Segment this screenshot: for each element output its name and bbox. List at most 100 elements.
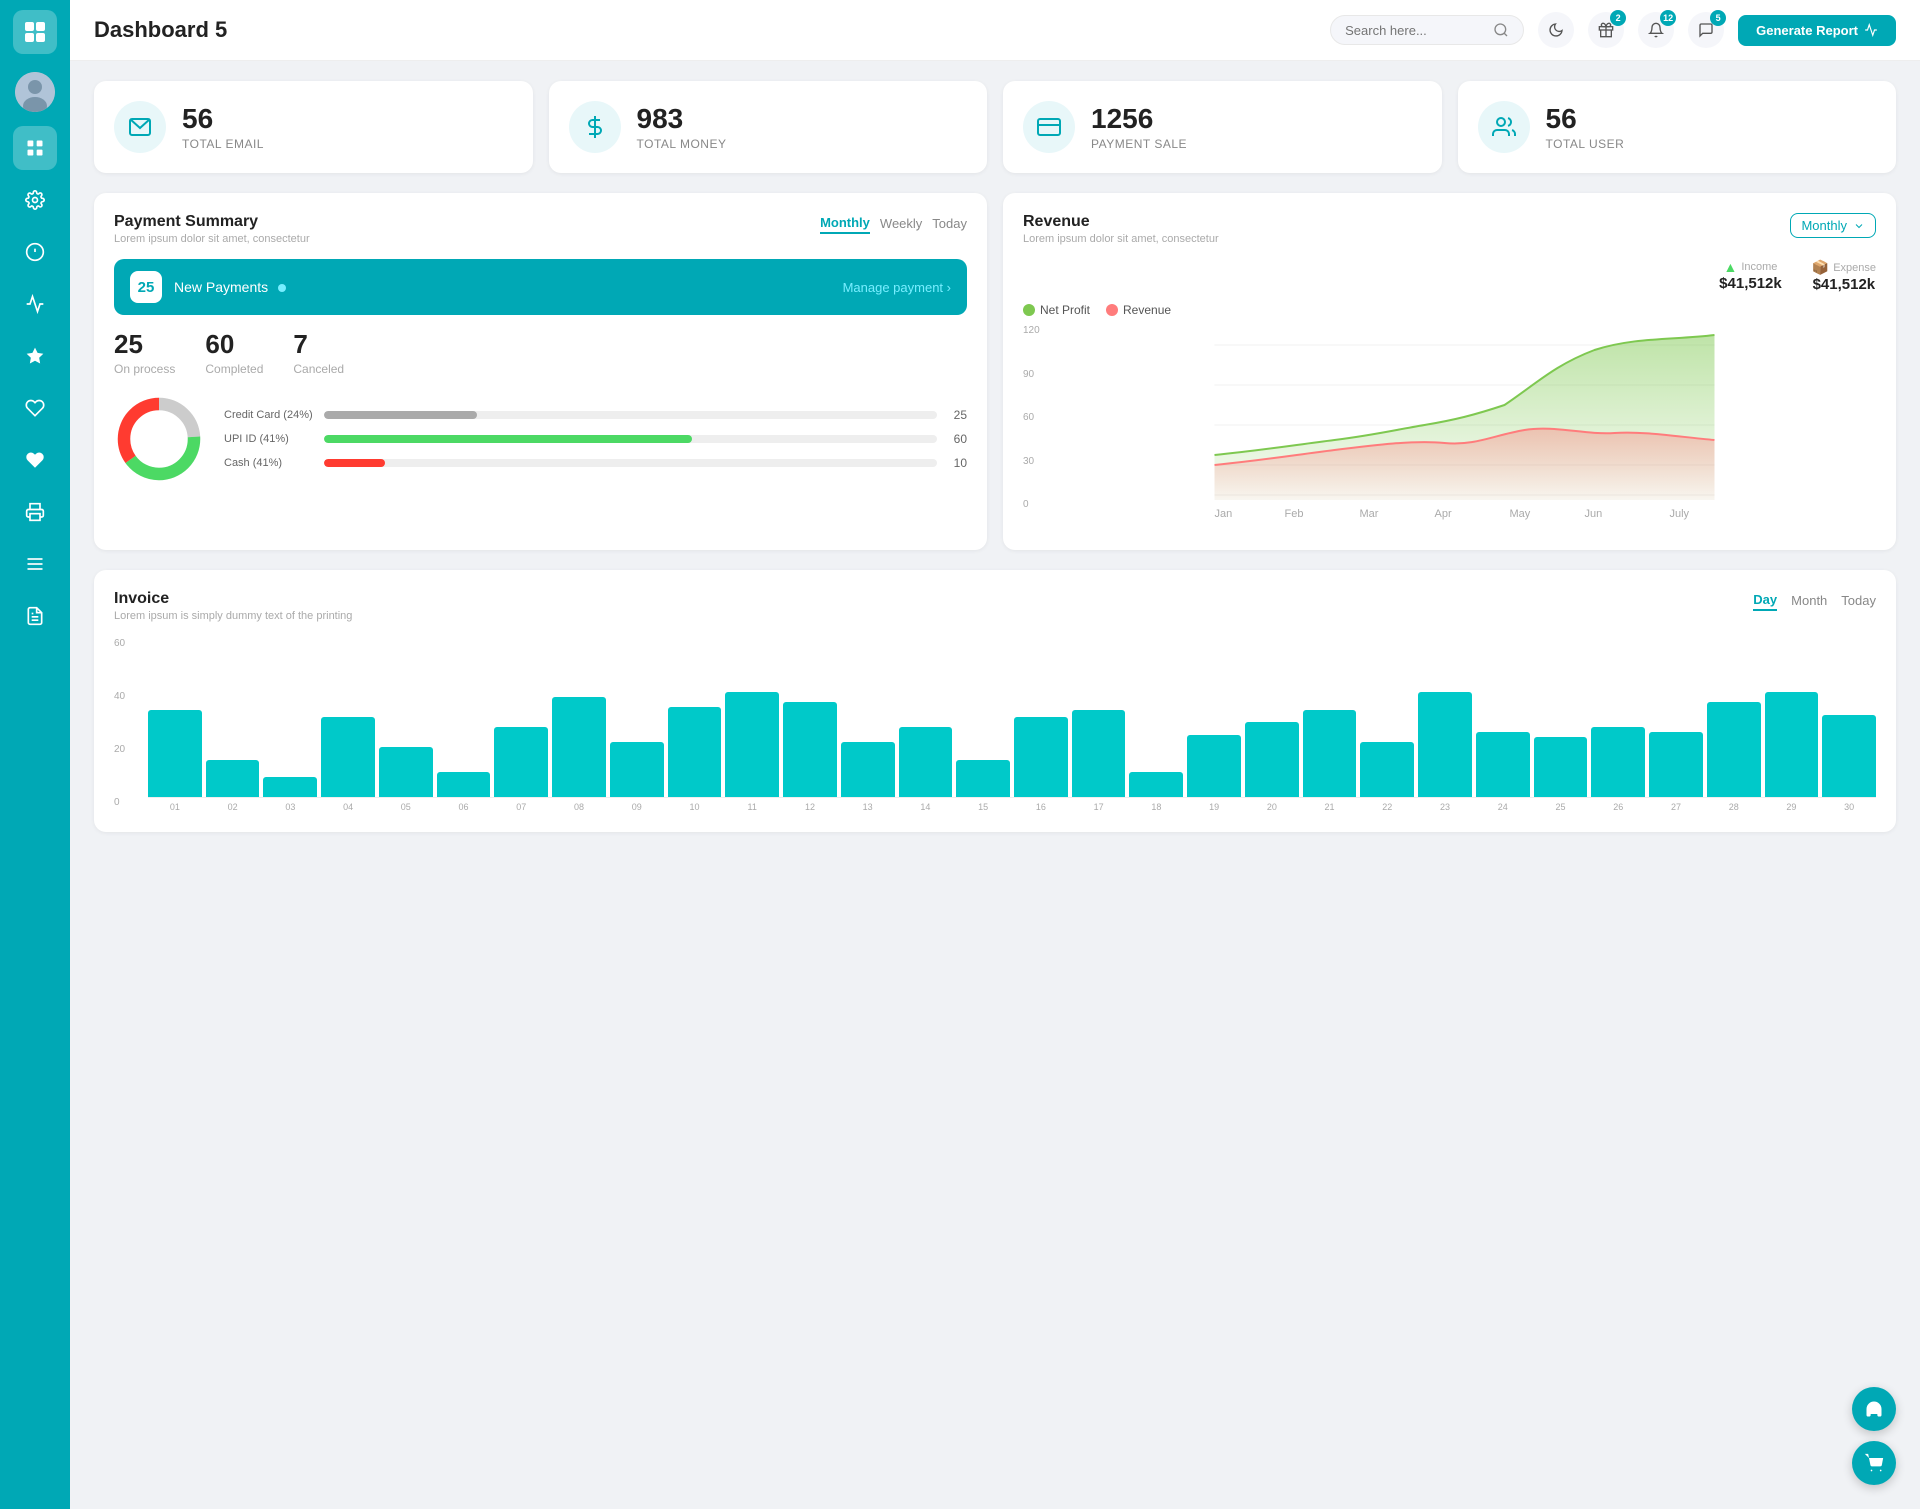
invoice-bar-col xyxy=(1418,692,1472,797)
sidebar-item-info[interactable] xyxy=(13,230,57,274)
sidebar-item-settings[interactable] xyxy=(13,178,57,222)
revenue-title-group: Revenue Lorem ipsum dolor sit amet, cons… xyxy=(1023,213,1219,245)
bar-val-credit: 25 xyxy=(947,408,967,422)
x-label-mar: Mar xyxy=(1360,508,1379,520)
bell-btn[interactable]: 12 xyxy=(1638,12,1674,48)
stat-label-user: TOTAL USER xyxy=(1546,137,1625,151)
search-box[interactable] xyxy=(1330,15,1524,45)
invoice-bar-col xyxy=(725,692,779,797)
sidebar-item-doc[interactable] xyxy=(13,594,57,638)
bell-icon xyxy=(1648,22,1664,38)
invoice-bar-col xyxy=(379,747,433,797)
invoice-y-labels: 60 40 20 0 xyxy=(114,638,142,808)
payment-bar-label-cash: Cash (41%) xyxy=(224,457,314,469)
invoice-tab-month[interactable]: Month xyxy=(1791,590,1827,611)
cart-icon xyxy=(1864,1453,1884,1473)
stat-info-user: 56 TOTAL USER xyxy=(1546,103,1625,151)
invoice-x-label: 19 xyxy=(1187,802,1241,812)
sidebar-logo[interactable] xyxy=(13,10,57,54)
invoice-bar xyxy=(725,692,779,797)
invoice-x-label: 27 xyxy=(1649,802,1703,812)
invoice-bar-col xyxy=(263,777,317,797)
stat-info-payment: 1256 PAYMENT SALE xyxy=(1091,103,1187,151)
sidebar-item-heart2[interactable] xyxy=(13,438,57,482)
sidebar-item-heart1[interactable] xyxy=(13,386,57,430)
headset-icon xyxy=(1864,1399,1884,1419)
invoice-bar xyxy=(552,697,606,797)
x-label-jan: Jan xyxy=(1215,508,1233,520)
invoice-x-label: 12 xyxy=(783,802,837,812)
invoice-bar xyxy=(1303,710,1357,798)
tab-monthly[interactable]: Monthly xyxy=(820,213,870,234)
stat-label-money: TOTAL MONEY xyxy=(637,137,727,151)
tab-weekly[interactable]: Weekly xyxy=(880,213,922,234)
revenue-monthly-dropdown[interactable]: Monthly xyxy=(1790,213,1876,238)
tab-today[interactable]: Today xyxy=(932,213,967,234)
support-float-btn[interactable] xyxy=(1852,1387,1896,1431)
invoice-bar xyxy=(841,742,895,797)
sidebar-item-chart[interactable] xyxy=(13,282,57,326)
invoice-bars xyxy=(148,638,1876,798)
theme-toggle-btn[interactable] xyxy=(1538,12,1574,48)
invoice-bar-col xyxy=(494,727,548,797)
metrics-row: 25 On process 60 Completed 7 Canceled xyxy=(114,329,967,376)
stat-card-payment: 1256 PAYMENT SALE xyxy=(1003,81,1442,173)
header: Dashboard 5 2 12 5 Generate Repo xyxy=(70,0,1920,61)
invoice-x-label: 30 xyxy=(1822,802,1876,812)
gifts-btn[interactable]: 2 xyxy=(1588,12,1624,48)
invoice-chart: 60 40 20 0 01020304050607080910111213141… xyxy=(114,638,1876,812)
invoice-bar-col xyxy=(1822,715,1876,798)
bar-fill-upi xyxy=(324,435,692,443)
payment-bar-row-upi: UPI ID (41%) 60 xyxy=(224,432,967,446)
generate-report-button[interactable]: Generate Report xyxy=(1738,15,1896,46)
invoice-bar-col xyxy=(1245,722,1299,797)
invoice-bar xyxy=(1360,742,1414,797)
metric-num-completed: 60 xyxy=(205,329,263,360)
sidebar-item-star[interactable] xyxy=(13,334,57,378)
manage-payment-link[interactable]: Manage payment › xyxy=(843,280,951,295)
invoice-x-label: 25 xyxy=(1534,802,1588,812)
payment-details: Credit Card (24%) 25 UPI ID (41%) 60 xyxy=(114,394,967,484)
y-axis-labels: 120 90 60 30 0 xyxy=(1023,325,1051,510)
payment-summary-title-group: Payment Summary Lorem ipsum dolor sit am… xyxy=(114,213,310,245)
invoice-bar-col xyxy=(1072,710,1126,798)
content-area: 56 TOTAL EMAIL 983 TOTAL MONEY xyxy=(70,61,1920,852)
invoice-x-label: 17 xyxy=(1072,802,1126,812)
new-payments-bar: 25 New Payments Manage payment › xyxy=(114,259,967,315)
invoice-bar xyxy=(1418,692,1472,797)
invoice-bar xyxy=(1765,692,1819,797)
x-label-apr: Apr xyxy=(1435,508,1452,520)
invoice-tabs: Day Month Today xyxy=(1753,590,1876,611)
bar-track-cash xyxy=(324,459,937,467)
invoice-tab-day[interactable]: Day xyxy=(1753,590,1777,611)
invoice-x-label: 16 xyxy=(1014,802,1068,812)
invoice-bar-col xyxy=(1591,727,1645,797)
cart-float-btn[interactable] xyxy=(1852,1441,1896,1485)
avatar[interactable] xyxy=(15,72,55,112)
search-input[interactable] xyxy=(1345,23,1485,38)
invoice-bar-col xyxy=(1765,692,1819,797)
revenue-card: Revenue Lorem ipsum dolor sit amet, cons… xyxy=(1003,193,1896,550)
bell-badge: 12 xyxy=(1660,10,1676,26)
invoice-bar xyxy=(1534,737,1588,797)
invoice-bar xyxy=(1072,710,1126,798)
stat-card-money: 983 TOTAL MONEY xyxy=(549,81,988,173)
invoice-x-label: 14 xyxy=(899,802,953,812)
invoice-bar-col xyxy=(841,742,895,797)
gift-icon xyxy=(1598,22,1614,38)
revenue-header: Revenue Lorem ipsum dolor sit amet, cons… xyxy=(1023,213,1876,245)
x-label-may: May xyxy=(1510,508,1531,520)
payment-summary-tabs: Monthly Weekly Today xyxy=(820,213,967,234)
expense-value: $41,512k xyxy=(1812,276,1876,293)
invoice-tab-today[interactable]: Today xyxy=(1841,590,1876,611)
search-icon xyxy=(1493,22,1509,38)
chat-btn[interactable]: 5 xyxy=(1688,12,1724,48)
sidebar-item-list[interactable] xyxy=(13,542,57,586)
sidebar-item-print[interactable] xyxy=(13,490,57,534)
sidebar-item-dashboard[interactable] xyxy=(13,126,57,170)
invoice-title-group: Invoice Lorem ipsum is simply dummy text… xyxy=(114,590,352,622)
invoice-bar xyxy=(668,707,722,797)
invoice-title: Invoice xyxy=(114,590,352,608)
invoice-x-labels: 0102030405060708091011121314151617181920… xyxy=(148,802,1876,812)
metric-on-process: 25 On process xyxy=(114,329,175,376)
